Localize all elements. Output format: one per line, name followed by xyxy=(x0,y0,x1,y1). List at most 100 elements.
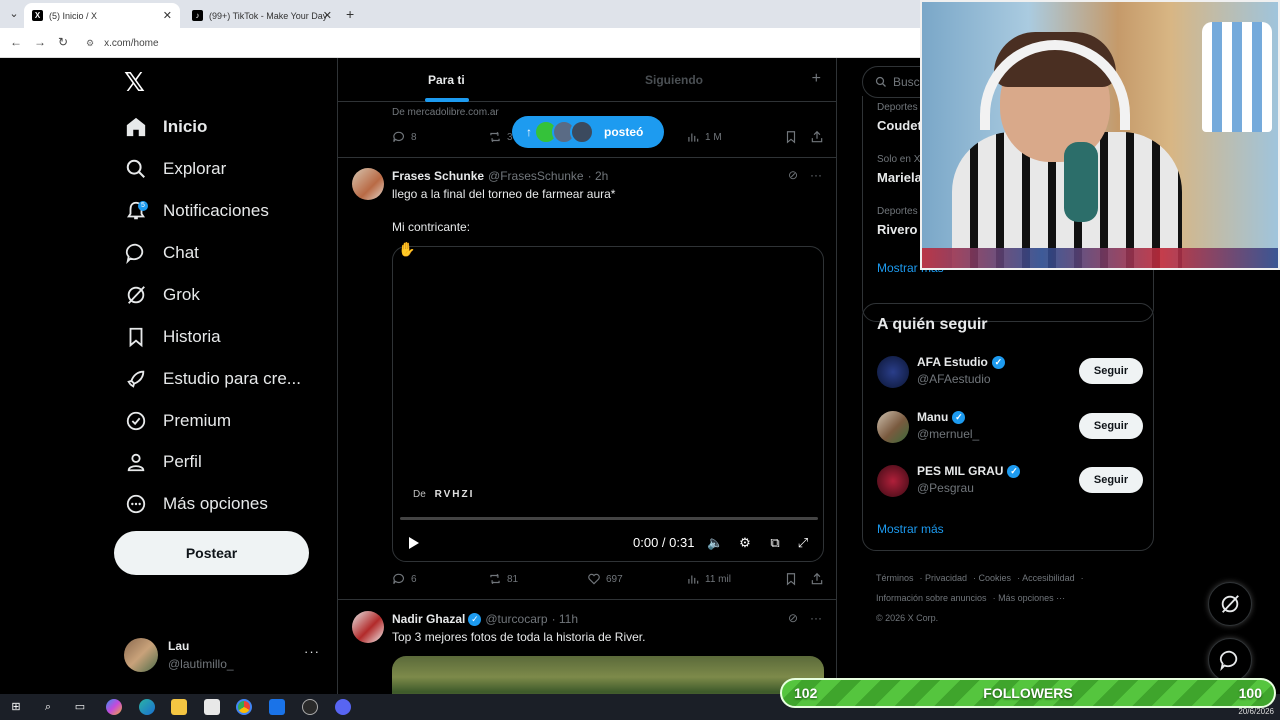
tweet-author-name[interactable]: Frases Schunke xyxy=(392,169,484,183)
footer-link[interactable]: Información sobre anuncios xyxy=(876,593,987,603)
edge-icon[interactable] xyxy=(139,699,155,715)
retweet-button[interactable]: 3 xyxy=(488,130,513,144)
bookmark-button[interactable] xyxy=(784,130,803,144)
x-logo-icon[interactable]: 𝕏 xyxy=(124,68,145,98)
tweet-author-name[interactable]: Nadir Ghazal xyxy=(392,612,465,626)
grok-icon[interactable]: ⊘ xyxy=(788,611,798,625)
followers-label: FOLLOWERS xyxy=(983,685,1073,701)
follow-button[interactable]: Seguir xyxy=(1079,358,1143,384)
followers-goal: 100 xyxy=(1238,685,1262,701)
forward-icon[interactable]: → xyxy=(34,35,46,49)
more-dots-icon[interactable]: ··· xyxy=(810,168,822,182)
views-button[interactable]: 11 mil xyxy=(686,572,731,586)
follow-suggestion[interactable]: PES MIL GRAU ✓ @Pesgrau Seguir xyxy=(877,461,1143,501)
play-icon[interactable] xyxy=(405,535,421,551)
footer-link[interactable]: Términos xyxy=(876,573,914,583)
volume-icon[interactable]: 🔈 xyxy=(707,535,723,551)
follow-button[interactable]: Seguir xyxy=(1079,467,1143,493)
tweet-author-handle[interactable]: @turcocarp xyxy=(485,612,547,626)
tab-following[interactable]: Siguiendo xyxy=(645,58,703,102)
site-info-icon[interactable]: ⚙ xyxy=(86,38,94,49)
close-tab-icon[interactable]: ✕ xyxy=(163,9,172,22)
follow-suggestion[interactable]: AFA Estudio ✓ @AFAestudio Seguir xyxy=(877,352,1143,392)
task-view-icon[interactable]: ▭ xyxy=(72,699,88,715)
nav-premium[interactable]: Premium xyxy=(124,403,231,439)
nav-bookmarks[interactable]: Historia xyxy=(124,319,221,355)
browser-tab-x[interactable]: X (5) Inicio / X ✕ xyxy=(24,3,180,28)
avatar[interactable] xyxy=(352,168,384,200)
tab-search-chevron-icon[interactable]: ⌄ xyxy=(6,6,22,22)
discord-icon[interactable] xyxy=(335,699,351,715)
trend-name[interactable]: Rivero xyxy=(877,222,917,237)
chat-floating-button[interactable] xyxy=(1208,638,1252,682)
reply-button[interactable]: 8 xyxy=(392,130,417,144)
nav-profile[interactable]: Perfil xyxy=(124,444,202,480)
fullscreen-icon[interactable]: ⤢ xyxy=(795,535,811,551)
back-icon[interactable]: ← xyxy=(10,35,22,49)
verified-badge-icon: ✓ xyxy=(468,612,482,626)
show-more-link[interactable]: Mostrar más xyxy=(877,522,944,536)
settings-gear-icon[interactable]: ⚙ xyxy=(737,535,753,551)
follow-suggestion[interactable]: Manu ✓ @mernuel_ Seguir xyxy=(877,407,1143,447)
divider xyxy=(338,599,836,600)
nav-more-options[interactable]: Más opciones xyxy=(124,486,268,522)
search-icon[interactable]: ⌕ xyxy=(40,699,56,715)
footer-link[interactable]: Accesibilidad xyxy=(1022,573,1075,583)
account-handle: @Pesgrau xyxy=(917,481,974,495)
nav-notifications[interactable]: 5 Notificaciones xyxy=(124,193,269,229)
trend-name[interactable]: Coudet xyxy=(877,118,922,133)
new-tab-button[interactable]: + xyxy=(346,6,354,22)
share-button[interactable] xyxy=(810,572,829,586)
add-feed-icon[interactable]: + xyxy=(812,70,821,88)
video-player[interactable]: De RVHZI 0:00 / 0:31 🔈 ⚙ ⧉ ⤢ xyxy=(392,246,824,562)
browser-tab-tiktok[interactable]: ♪ (99+) TikTok - Make Your Day ✕ xyxy=(184,3,340,28)
like-button[interactable]: 697 xyxy=(587,572,623,586)
close-tab-icon[interactable]: ✕ xyxy=(323,9,332,22)
tab-for-you[interactable]: Para ti xyxy=(428,58,465,102)
mouse-cursor-icon: ✋ xyxy=(398,241,416,257)
account-name-text: AFA Estudio xyxy=(917,355,988,369)
followers-goal-bar: 102 FOLLOWERS 100 xyxy=(780,678,1276,708)
file-explorer-icon[interactable] xyxy=(171,699,187,715)
reload-icon[interactable]: ↻ xyxy=(58,35,68,49)
grok-floating-button[interactable] xyxy=(1208,582,1252,626)
url-field[interactable]: ⚙ x.com/home xyxy=(86,33,906,53)
avatar[interactable] xyxy=(352,611,384,643)
footer-link[interactable]: Más opciones ··· xyxy=(998,593,1065,603)
nav-grok[interactable]: Grok xyxy=(124,277,200,313)
obs-icon[interactable] xyxy=(302,699,318,715)
bookmark-button[interactable] xyxy=(784,572,803,586)
bookmark-icon xyxy=(786,573,796,586)
nav-home[interactable]: Inicio xyxy=(124,109,207,145)
account-switcher[interactable]: Lau @lautimillo_ ··· xyxy=(124,636,324,676)
retweet-button[interactable]: 81 xyxy=(488,572,518,586)
grok-icon[interactable]: ⊘ xyxy=(788,168,798,182)
more-dots-icon[interactable]: ··· xyxy=(304,644,320,659)
store-icon[interactable] xyxy=(204,699,220,715)
windows-start-icon[interactable]: ⊞ xyxy=(8,699,24,715)
tweet-photo[interactable] xyxy=(392,656,824,694)
views-button[interactable]: 1 M xyxy=(686,130,722,144)
post-button[interactable]: Postear xyxy=(114,531,309,575)
nav-creator-studio[interactable]: Estudio para cre... xyxy=(124,361,301,397)
nav-chat[interactable]: Chat xyxy=(124,235,199,271)
share-button[interactable] xyxy=(810,130,829,144)
trend-name[interactable]: Mariela xyxy=(877,170,922,185)
follow-button[interactable]: Seguir xyxy=(1079,413,1143,439)
mail-icon[interactable] xyxy=(269,699,285,715)
nav-explore[interactable]: Explorar xyxy=(124,151,226,187)
verified-badge-icon: ✓ xyxy=(991,355,1005,369)
tweet-time[interactable]: · 2h xyxy=(588,169,609,183)
new-posts-pill[interactable]: ↑ posteó xyxy=(512,116,664,148)
chrome-icon[interactable] xyxy=(236,699,252,715)
footer-link[interactable]: Cookies xyxy=(979,573,1012,583)
who-to-follow-card: A quién seguir AFA Estudio ✓ @AFAestudio … xyxy=(862,303,1154,551)
tweet-time[interactable]: · 11h xyxy=(552,612,578,626)
copilot-icon[interactable] xyxy=(106,699,122,715)
pip-icon[interactable]: ⧉ xyxy=(767,535,783,551)
footer-link[interactable]: Privacidad xyxy=(925,573,967,583)
reply-button[interactable]: 6 xyxy=(392,572,417,586)
video-progress-bar[interactable] xyxy=(400,517,818,520)
tweet-author-handle[interactable]: @FrasesSchunke xyxy=(488,169,584,183)
more-dots-icon[interactable]: ··· xyxy=(810,611,822,625)
